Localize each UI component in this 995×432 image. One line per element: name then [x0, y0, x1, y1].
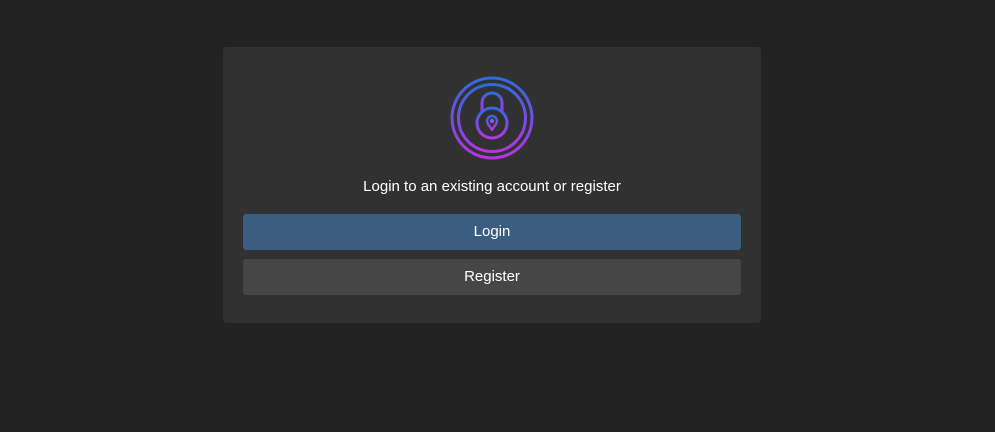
login-card: Login to an existing account or register…: [223, 47, 761, 323]
lock-icon: [450, 76, 534, 160]
login-prompt: Login to an existing account or register: [363, 178, 621, 195]
register-button[interactable]: Register: [243, 259, 741, 295]
login-button[interactable]: Login: [243, 214, 741, 250]
